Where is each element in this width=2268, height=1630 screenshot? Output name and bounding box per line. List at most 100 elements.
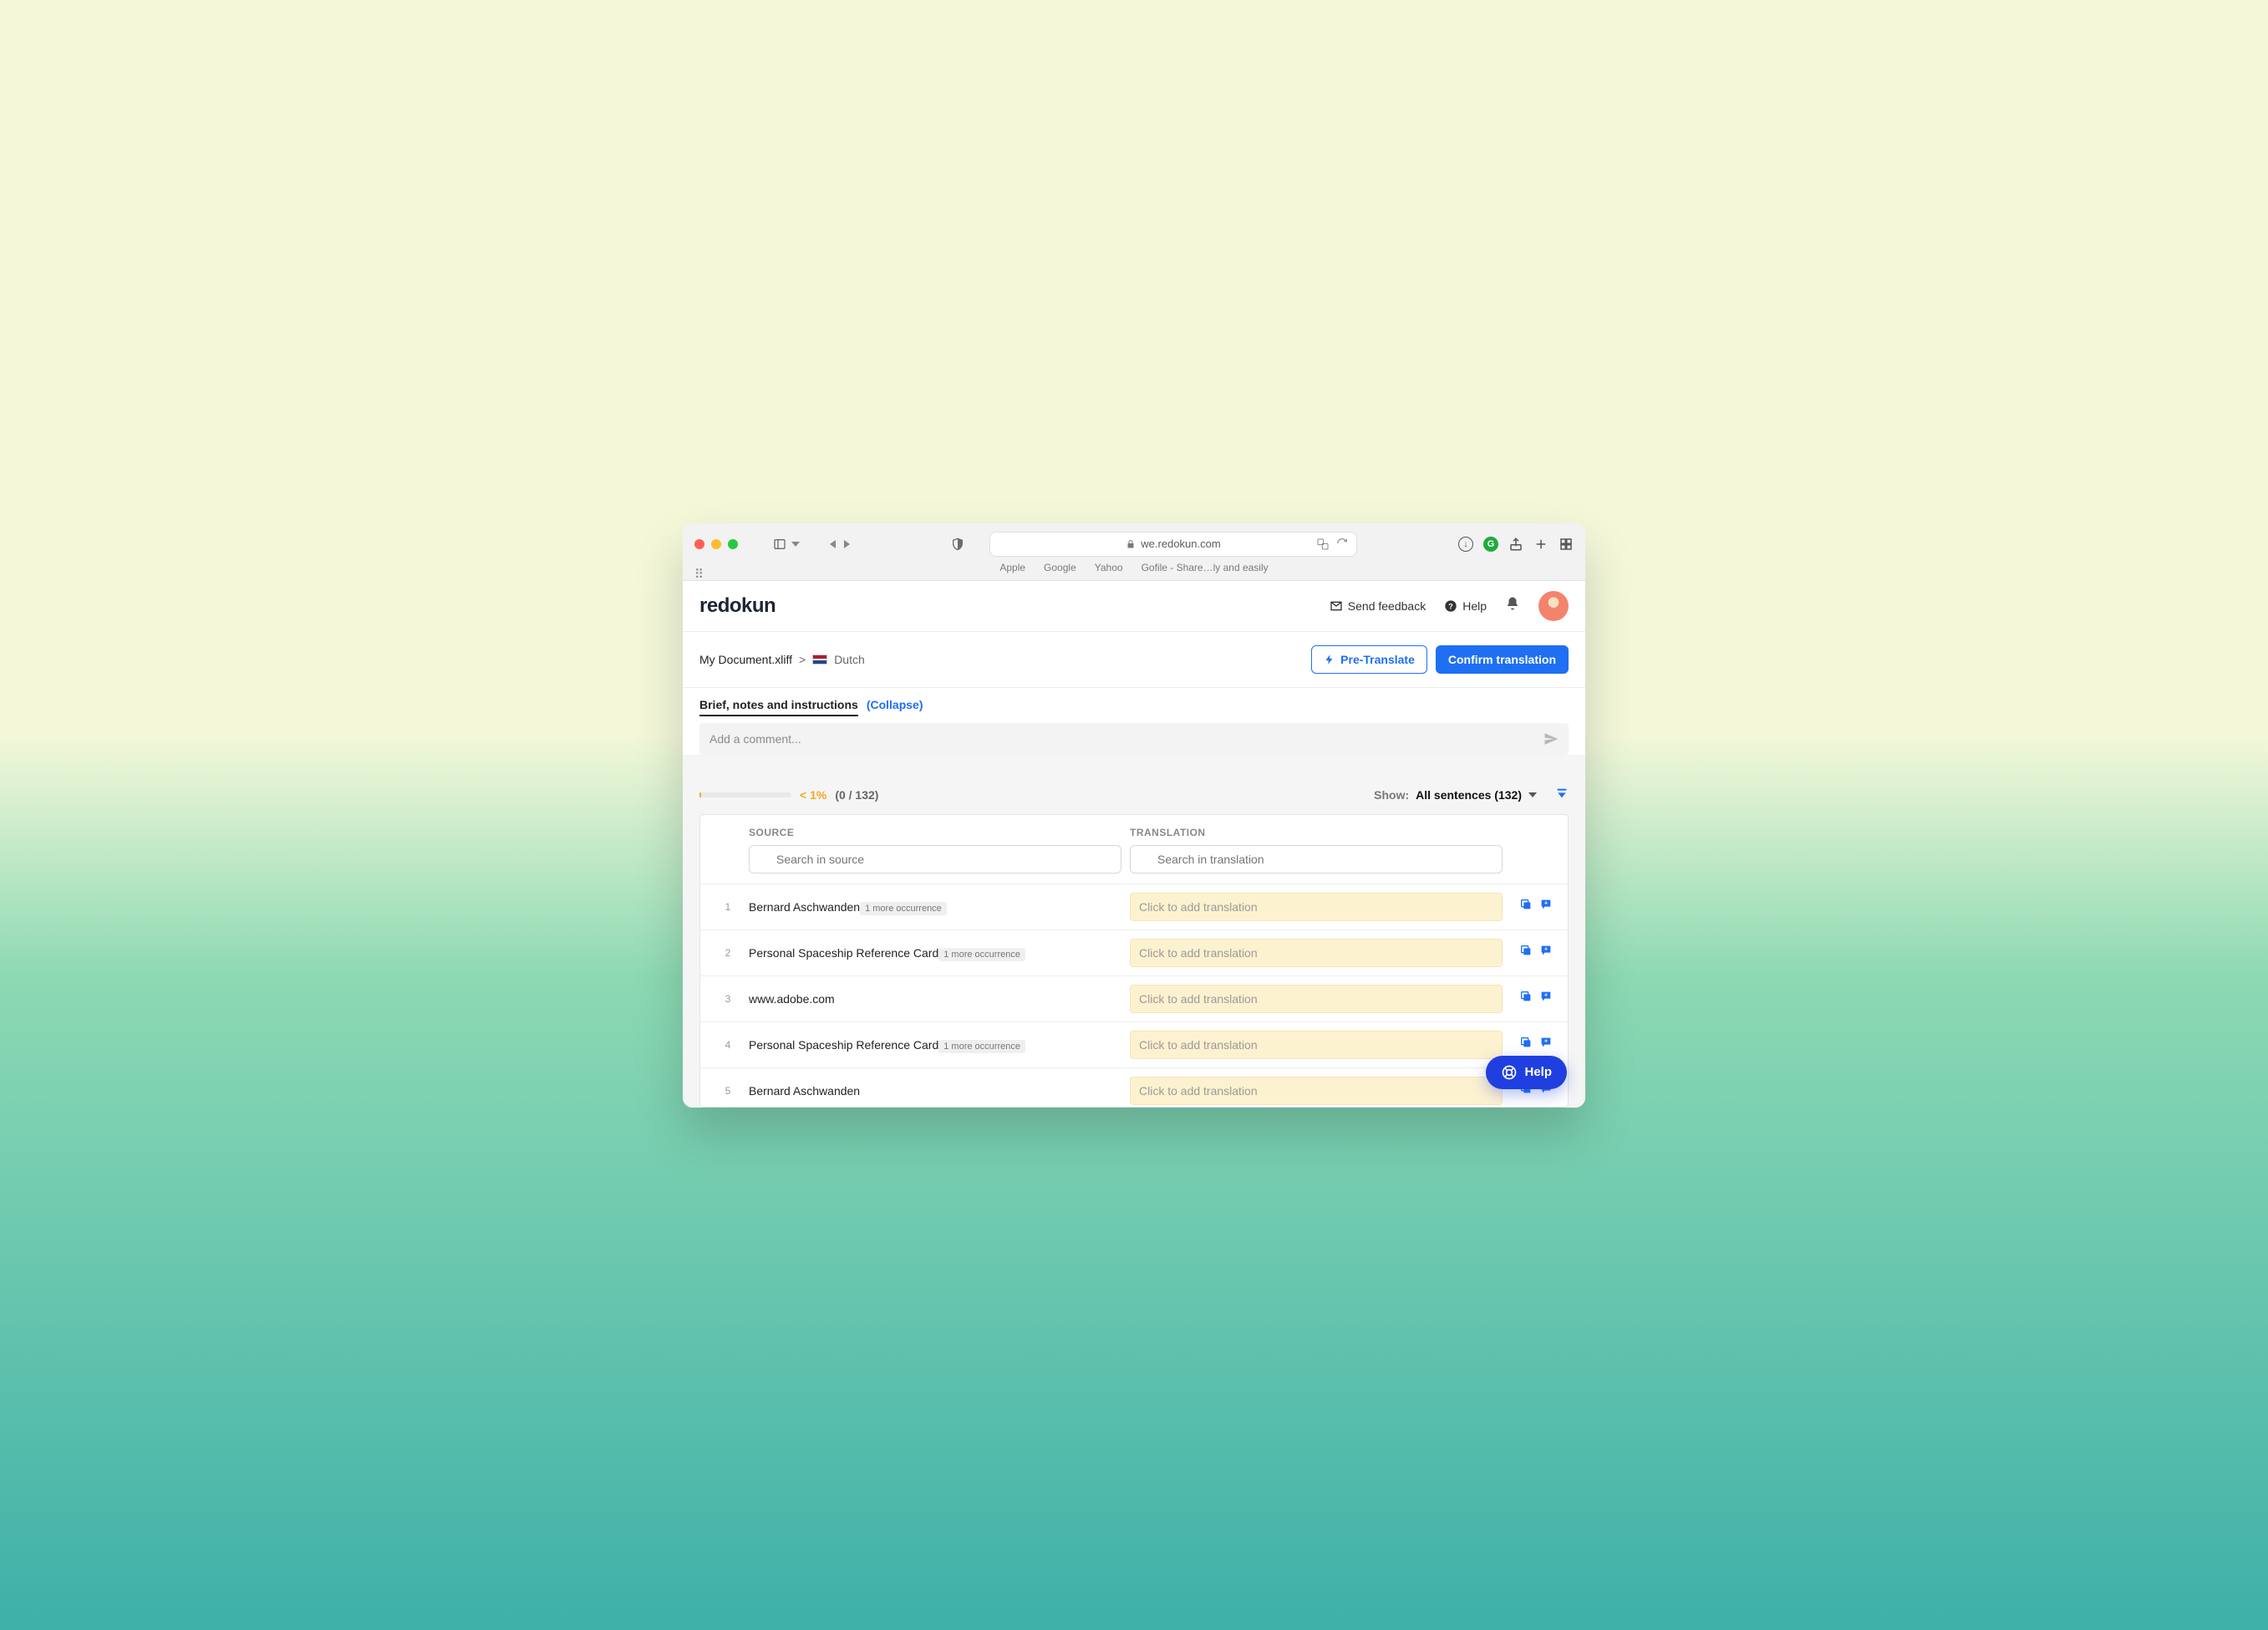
browser-window: we.redokun.com ↓ G Apple Google Yahoo Go… (683, 523, 1585, 1108)
favorite-link[interactable]: Gofile - Share…ly and easily (1142, 562, 1269, 573)
breadcrumb-separator: > (799, 653, 806, 666)
traffic-lights (694, 539, 738, 549)
progress-counts: (0 / 132) (835, 788, 878, 802)
comment-placeholder: Add a comment... (709, 732, 801, 746)
progress-row: < 1% (0 / 132) Show: All sentences (132) (699, 787, 1569, 804)
row-number: 1 (715, 901, 740, 913)
table-row: 2 Personal Spaceship Reference Card1 mor… (700, 930, 1568, 975)
progress-percent: < 1% (800, 788, 826, 802)
search-source-input[interactable] (749, 845, 1121, 874)
grammarly-icon[interactable]: G (1483, 537, 1498, 552)
chevron-down-icon[interactable] (791, 542, 800, 547)
filter-control[interactable]: Show: All sentences (132) (1374, 787, 1569, 804)
flag-nl-icon (812, 655, 827, 665)
row-number: 3 (715, 993, 740, 1005)
send-feedback-link[interactable]: Send feedback (1330, 599, 1426, 613)
breadcrumb-document[interactable]: My Document.xliff (699, 653, 792, 666)
copy-icon[interactable] (1519, 898, 1533, 915)
workspace: < 1% (0 / 132) Show: All sentences (132)… (683, 755, 1585, 1108)
row-number: 5 (715, 1085, 740, 1097)
new-tab-icon[interactable] (1533, 537, 1548, 552)
source-text: Personal Spaceship Reference Card1 more … (749, 945, 1121, 961)
source-header: SOURCE (749, 827, 1121, 838)
translation-input[interactable]: Click to add translation (1130, 939, 1503, 967)
table-row: 4 Personal Spaceship Reference Card1 mor… (700, 1021, 1568, 1067)
apps-grid-icon[interactable]: ⠿ (694, 567, 704, 582)
avatar[interactable] (1538, 591, 1569, 621)
occurrence-badge: 1 more occurrence (860, 902, 947, 915)
row-number: 2 (715, 947, 740, 959)
logo[interactable]: redokun (699, 594, 775, 618)
add-comment-icon[interactable]: + (1539, 898, 1553, 915)
source-text: www.adobe.com (749, 992, 1121, 1006)
sidebar-toggle-icon[interactable] (773, 537, 786, 551)
share-icon[interactable] (1508, 537, 1523, 552)
add-comment-icon[interactable]: + (1539, 1036, 1553, 1053)
maximize-window-icon[interactable] (728, 539, 738, 549)
translation-input[interactable]: Click to add translation (1130, 893, 1503, 921)
brief-section: Brief, notes and instructions (Collapse)… (683, 688, 1585, 755)
refresh-icon[interactable] (1336, 537, 1348, 549)
favorite-link[interactable]: Yahoo (1095, 562, 1123, 573)
pre-translate-button[interactable]: Pre-Translate (1311, 645, 1427, 674)
svg-text:+: + (1544, 899, 1548, 907)
source-text: Personal Spaceship Reference Card1 more … (749, 1037, 1121, 1053)
filter-label: Show: (1374, 788, 1409, 802)
nav-back-icon[interactable] (830, 540, 836, 548)
confirm-translation-button[interactable]: Confirm translation (1436, 645, 1569, 674)
translation-table: SOURCE TRANSLATION (699, 814, 1569, 1108)
copy-icon[interactable] (1519, 944, 1533, 961)
translation-input[interactable]: Click to add translation (1130, 985, 1503, 1013)
send-feedback-label: Send feedback (1348, 599, 1426, 613)
brief-label: Brief, notes and instructions (699, 698, 858, 716)
address-bar[interactable]: we.redokun.com (989, 532, 1357, 557)
tabs-overview-icon[interactable] (1559, 537, 1574, 552)
table-row: 5 Bernard Aschwanden Click to add transl… (700, 1067, 1568, 1107)
copy-icon[interactable] (1519, 1036, 1533, 1053)
breadcrumb-language: Dutch (834, 653, 865, 666)
source-text: Bernard Aschwanden1 more occurrence (749, 899, 1121, 915)
occurrence-badge: 1 more occurrence (938, 1040, 1025, 1053)
table-row: 3 www.adobe.com Click to add translation… (700, 975, 1568, 1021)
help-label: Help (1462, 599, 1487, 613)
document-subbar: My Document.xliff > Dutch Pre-Translate … (683, 632, 1585, 688)
help-fab-label: Help (1524, 1065, 1552, 1079)
occurrence-badge: 1 more occurrence (938, 948, 1025, 961)
favorites-bar: Apple Google Yahoo Gofile - Share…ly and… (694, 557, 1574, 573)
translation-header: TRANSLATION (1130, 827, 1503, 838)
table-row: 1 Bernard Aschwanden1 more occurrence Cl… (700, 884, 1568, 930)
lifebuoy-icon (1501, 1064, 1518, 1081)
app-content: redokun Send feedback ? Help My Document… (683, 581, 1585, 1108)
svg-text:+: + (1544, 1037, 1548, 1045)
breadcrumb: My Document.xliff > Dutch (699, 653, 865, 666)
favorite-link[interactable]: Apple (999, 562, 1025, 573)
row-number: 4 (715, 1039, 740, 1051)
bolt-icon (1324, 654, 1335, 665)
add-comment-icon[interactable]: + (1539, 990, 1553, 1007)
envelope-icon (1330, 599, 1343, 613)
downloads-icon[interactable]: ↓ (1458, 537, 1473, 552)
send-icon[interactable] (1543, 731, 1559, 746)
favorite-link[interactable]: Google (1044, 562, 1076, 573)
help-link[interactable]: ? Help (1444, 599, 1487, 613)
translate-icon[interactable] (1316, 537, 1330, 551)
add-comment-icon[interactable]: + (1539, 944, 1553, 961)
confirm-translation-label: Confirm translation (1448, 653, 1556, 666)
nav-forward-icon[interactable] (844, 540, 850, 548)
shield-icon[interactable] (951, 537, 964, 551)
search-translation-input[interactable] (1130, 845, 1503, 874)
notifications-icon[interactable] (1505, 596, 1520, 615)
translation-input[interactable]: Click to add translation (1130, 1031, 1503, 1059)
translation-input[interactable]: Click to add translation (1130, 1077, 1503, 1105)
collapse-toggle[interactable]: (Collapse) (867, 698, 923, 711)
scroll-to-top-icon[interactable] (1555, 787, 1569, 804)
copy-icon[interactable] (1519, 990, 1533, 1007)
svg-text:?: ? (1448, 602, 1453, 610)
app-topbar: redokun Send feedback ? Help (683, 581, 1585, 632)
comment-input[interactable]: Add a comment... (699, 723, 1569, 755)
browser-chrome: we.redokun.com ↓ G Apple Google Yahoo Go… (683, 523, 1585, 581)
minimize-window-icon[interactable] (711, 539, 721, 549)
svg-text:+: + (1544, 991, 1548, 999)
help-fab[interactable]: Help (1486, 1056, 1567, 1089)
close-window-icon[interactable] (694, 539, 704, 549)
